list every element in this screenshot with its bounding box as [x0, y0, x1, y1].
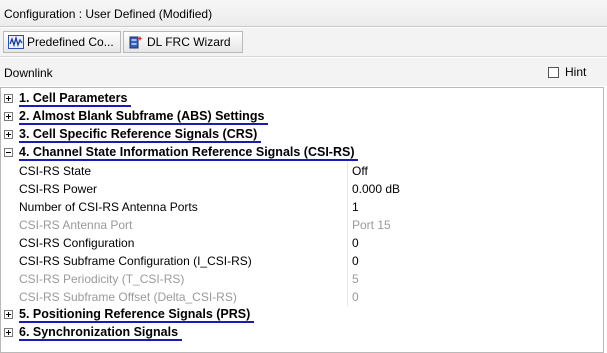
collapse-icon[interactable] [4, 148, 13, 157]
hint-checkbox[interactable]: Hint [548, 65, 586, 79]
property-name: Number of CSI-RS Antenna Ports [19, 200, 198, 214]
property-value[interactable]: 1 [352, 200, 359, 214]
section-crs[interactable]: 3. Cell Specific Reference Signals (CRS) [1, 126, 603, 144]
waveform-icon [8, 35, 24, 49]
property-value[interactable]: Off [352, 164, 368, 178]
column-divider [347, 162, 348, 180]
predefined-config-button[interactable]: Predefined Co... [3, 31, 121, 53]
property-row-antenna-port: CSI-RS Antenna Port Port 15 [1, 216, 603, 234]
expand-icon[interactable] [4, 130, 13, 139]
predefined-config-label: Predefined Co... [27, 35, 114, 49]
property-value: 0 [352, 290, 359, 304]
column-divider [347, 288, 348, 306]
hint-checkbox-box[interactable] [548, 66, 559, 78]
property-row-csi-rs-power[interactable]: CSI-RS Power 0.000 dB [1, 180, 603, 198]
property-row-configuration[interactable]: CSI-RS Configuration 0 [1, 234, 603, 252]
property-name: CSI-RS Periodicity (T_CSI-RS) [19, 272, 185, 286]
property-name: CSI-RS State [19, 164, 92, 178]
toolbar: Predefined Co... DL FRC Wizard [0, 28, 607, 57]
property-name: CSI-RS Subframe Offset (Delta_CSI-RS) [19, 290, 237, 304]
section-sync-signals[interactable]: 6. Synchronization Signals [1, 324, 603, 342]
property-name: CSI-RS Subframe Configuration (I_CSI-RS) [19, 254, 252, 268]
expand-icon[interactable] [4, 112, 13, 121]
section-prs[interactable]: 5. Positioning Reference Signals (PRS) [1, 306, 603, 324]
property-value[interactable]: 0.000 dB [352, 182, 400, 196]
wizard-icon [128, 35, 144, 49]
column-divider [347, 216, 348, 234]
section-title: 2. Almost Blank Subframe (ABS) Settings [19, 109, 269, 125]
expand-icon[interactable] [4, 94, 13, 103]
downlink-header: Downlink Hint [0, 58, 607, 86]
expand-icon[interactable] [4, 328, 13, 337]
section-title: 6. Synchronization Signals [19, 325, 183, 341]
expand-icon[interactable] [4, 310, 13, 319]
column-divider [347, 270, 348, 288]
section-title: 4. Channel State Information Reference S… [19, 145, 359, 161]
hint-label: Hint [565, 65, 587, 79]
column-divider [347, 234, 348, 252]
property-row-subframe-offset: CSI-RS Subframe Offset (Delta_CSI-RS) 0 [1, 288, 603, 306]
column-divider [347, 198, 348, 216]
section-cell-parameters[interactable]: 1. Cell Parameters [1, 90, 603, 108]
property-tree: 1. Cell Parameters 2. Almost Blank Subfr… [0, 87, 604, 353]
section-csi-rs[interactable]: 4. Channel State Information Reference S… [1, 144, 603, 162]
property-row-subframe-configuration[interactable]: CSI-RS Subframe Configuration (I_CSI-RS)… [1, 252, 603, 270]
property-value: Port 15 [352, 218, 391, 232]
property-value[interactable]: 0 [352, 236, 359, 250]
property-name: CSI-RS Power [19, 182, 98, 196]
property-value: 5 [352, 272, 359, 286]
property-name: CSI-RS Antenna Port [19, 218, 133, 232]
section-abs-settings[interactable]: 2. Almost Blank Subframe (ABS) Settings [1, 108, 603, 126]
config-title-bar: Configuration : User Defined (Modified) [0, 0, 607, 27]
property-name: CSI-RS Configuration [19, 236, 135, 250]
property-row-antenna-ports[interactable]: Number of CSI-RS Antenna Ports 1 [1, 198, 603, 216]
dl-frc-wizard-label: DL FRC Wizard [147, 35, 231, 49]
dl-frc-wizard-button[interactable]: DL FRC Wizard [123, 31, 243, 53]
config-title: Configuration : User Defined (Modified) [4, 7, 213, 21]
column-divider [347, 252, 348, 270]
section-title: 1. Cell Parameters [19, 91, 132, 107]
property-row-csi-rs-state[interactable]: CSI-RS State Off [1, 162, 603, 180]
section-title: 5. Positioning Reference Signals (PRS) [19, 307, 255, 323]
property-value[interactable]: 0 [352, 254, 359, 268]
downlink-label: Downlink [4, 66, 53, 80]
property-row-periodicity: CSI-RS Periodicity (T_CSI-RS) 5 [1, 270, 603, 288]
column-divider [347, 180, 348, 198]
section-title: 3. Cell Specific Reference Signals (CRS) [19, 127, 262, 143]
